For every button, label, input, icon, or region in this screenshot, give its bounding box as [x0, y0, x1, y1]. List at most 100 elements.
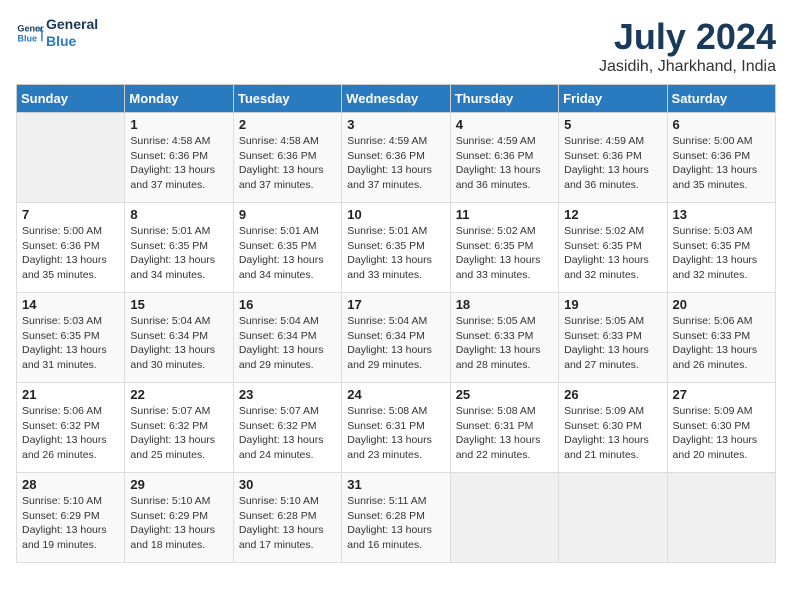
- day-info: Sunrise: 5:03 AM Sunset: 6:35 PM Dayligh…: [22, 314, 119, 373]
- day-info: Sunrise: 4:59 AM Sunset: 6:36 PM Dayligh…: [347, 134, 444, 193]
- calendar-cell: 9Sunrise: 5:01 AM Sunset: 6:35 PM Daylig…: [233, 203, 341, 293]
- calendar-cell: 7Sunrise: 5:00 AM Sunset: 6:36 PM Daylig…: [17, 203, 125, 293]
- day-number: 1: [130, 117, 227, 132]
- day-info: Sunrise: 5:10 AM Sunset: 6:29 PM Dayligh…: [22, 494, 119, 553]
- calendar-cell: 24 Sunrise: 5:08 AM Sunset: 6:31 PM Dayli…: [342, 383, 450, 473]
- title-block: July 2024 Jasidih, Jharkhand, India: [599, 16, 776, 76]
- day-number: 24: [347, 387, 444, 402]
- calendar-cell: 13Sunrise: 5:03 AM Sunset: 6:35 PM Dayli…: [667, 203, 775, 293]
- day-number: 29: [130, 477, 227, 492]
- calendar-cell: 20 Sunrise: 5:06 AM Sunset: 6:33 PM Dayli…: [667, 293, 775, 383]
- weekday-header-thursday: Thursday: [450, 85, 558, 113]
- weekday-header-sunday: Sunday: [17, 85, 125, 113]
- day-info: Sunrise: 5:00 AM Sunset: 6:36 PM Dayligh…: [22, 224, 119, 283]
- day-info: Sunrise: 5:01 AM Sunset: 6:35 PM Dayligh…: [130, 224, 227, 283]
- day-number: 23: [239, 387, 336, 402]
- day-number: 8: [130, 207, 227, 222]
- calendar-cell: 21 Sunrise: 5:06 AM Sunset: 6:32 PM Dayli…: [17, 383, 125, 473]
- day-info: Sunrise: 5:06 AM Sunset: 6:33 PM Dayligh…: [673, 314, 770, 373]
- day-number: 6: [673, 117, 770, 132]
- calendar-cell: [667, 473, 775, 563]
- day-info: Sunrise: 5:11 AM Sunset: 6:28 PM Dayligh…: [347, 494, 444, 553]
- calendar-cell: 4 Sunrise: 4:59 AM Sunset: 6:36 PM Daylig…: [450, 113, 558, 203]
- weekday-header-monday: Monday: [125, 85, 233, 113]
- day-info: Sunrise: 5:05 AM Sunset: 6:33 PM Dayligh…: [564, 314, 661, 373]
- day-info: Sunrise: 4:58 AM Sunset: 6:36 PM Dayligh…: [130, 134, 227, 193]
- calendar-table: SundayMondayTuesdayWednesdayThursdayFrid…: [16, 84, 776, 563]
- day-number: 12: [564, 207, 661, 222]
- day-number: 26: [564, 387, 661, 402]
- calendar-week-row: 1 Sunrise: 4:58 AM Sunset: 6:36 PM Daylig…: [17, 113, 776, 203]
- day-number: 19: [564, 297, 661, 312]
- day-info: Sunrise: 4:59 AM Sunset: 6:36 PM Dayligh…: [456, 134, 553, 193]
- day-info: Sunrise: 5:08 AM Sunset: 6:31 PM Dayligh…: [456, 404, 553, 463]
- day-info: Sunrise: 5:04 AM Sunset: 6:34 PM Dayligh…: [130, 314, 227, 373]
- day-info: Sunrise: 5:09 AM Sunset: 6:30 PM Dayligh…: [673, 404, 770, 463]
- day-number: 10: [347, 207, 444, 222]
- day-number: 14: [22, 297, 119, 312]
- day-info: Sunrise: 5:10 AM Sunset: 6:28 PM Dayligh…: [239, 494, 336, 553]
- calendar-cell: 11Sunrise: 5:02 AM Sunset: 6:35 PM Dayli…: [450, 203, 558, 293]
- calendar-cell: [559, 473, 667, 563]
- calendar-cell: [450, 473, 558, 563]
- calendar-cell: 6Sunrise: 5:00 AM Sunset: 6:36 PM Daylig…: [667, 113, 775, 203]
- location-subtitle: Jasidih, Jharkhand, India: [599, 58, 776, 76]
- calendar-cell: 8 Sunrise: 5:01 AM Sunset: 6:35 PM Daylig…: [125, 203, 233, 293]
- day-number: 4: [456, 117, 553, 132]
- day-info: Sunrise: 5:02 AM Sunset: 6:35 PM Dayligh…: [564, 224, 661, 283]
- calendar-cell: 22 Sunrise: 5:07 AM Sunset: 6:32 PM Dayli…: [125, 383, 233, 473]
- logo-icon: General Blue: [16, 19, 44, 47]
- day-number: 5: [564, 117, 661, 132]
- calendar-week-row: 21 Sunrise: 5:06 AM Sunset: 6:32 PM Dayli…: [17, 383, 776, 473]
- weekday-header-row: SundayMondayTuesdayWednesdayThursdayFrid…: [17, 85, 776, 113]
- day-info: Sunrise: 5:04 AM Sunset: 6:34 PM Dayligh…: [239, 314, 336, 373]
- calendar-cell: 30 Sunrise: 5:10 AM Sunset: 6:28 PM Dayli…: [233, 473, 341, 563]
- calendar-cell: 15 Sunrise: 5:04 AM Sunset: 6:34 PM Dayli…: [125, 293, 233, 383]
- calendar-cell: 12 Sunrise: 5:02 AM Sunset: 6:35 PM Dayli…: [559, 203, 667, 293]
- calendar-week-row: 14 Sunrise: 5:03 AM Sunset: 6:35 PM Dayli…: [17, 293, 776, 383]
- logo: General Blue General Blue: [16, 16, 98, 50]
- svg-text:Blue: Blue: [17, 33, 37, 43]
- day-info: Sunrise: 5:01 AM Sunset: 6:35 PM Dayligh…: [347, 224, 444, 283]
- day-number: 25: [456, 387, 553, 402]
- day-info: Sunrise: 4:59 AM Sunset: 6:36 PM Dayligh…: [564, 134, 661, 193]
- day-number: 2: [239, 117, 336, 132]
- calendar-cell: 10 Sunrise: 5:01 AM Sunset: 6:35 PM Dayli…: [342, 203, 450, 293]
- day-info: Sunrise: 5:07 AM Sunset: 6:32 PM Dayligh…: [130, 404, 227, 463]
- day-info: Sunrise: 5:05 AM Sunset: 6:33 PM Dayligh…: [456, 314, 553, 373]
- weekday-header-tuesday: Tuesday: [233, 85, 341, 113]
- day-number: 15: [130, 297, 227, 312]
- calendar-cell: 27 Sunrise: 5:09 AM Sunset: 6:30 PM Dayli…: [667, 383, 775, 473]
- calendar-cell: 23Sunrise: 5:07 AM Sunset: 6:32 PM Dayli…: [233, 383, 341, 473]
- day-number: 16: [239, 297, 336, 312]
- calendar-week-row: 7Sunrise: 5:00 AM Sunset: 6:36 PM Daylig…: [17, 203, 776, 293]
- calendar-cell: 26 Sunrise: 5:09 AM Sunset: 6:30 PM Dayli…: [559, 383, 667, 473]
- calendar-week-row: 28 Sunrise: 5:10 AM Sunset: 6:29 PM Dayli…: [17, 473, 776, 563]
- calendar-cell: 25 Sunrise: 5:08 AM Sunset: 6:31 PM Dayli…: [450, 383, 558, 473]
- day-number: 3: [347, 117, 444, 132]
- month-year-title: July 2024: [599, 16, 776, 58]
- day-number: 31: [347, 477, 444, 492]
- calendar-cell: 17Sunrise: 5:04 AM Sunset: 6:34 PM Dayli…: [342, 293, 450, 383]
- calendar-cell: 1 Sunrise: 4:58 AM Sunset: 6:36 PM Daylig…: [125, 113, 233, 203]
- day-number: 28: [22, 477, 119, 492]
- calendar-cell: 2 Sunrise: 4:58 AM Sunset: 6:36 PM Daylig…: [233, 113, 341, 203]
- day-info: Sunrise: 5:04 AM Sunset: 6:34 PM Dayligh…: [347, 314, 444, 373]
- day-info: Sunrise: 5:02 AM Sunset: 6:35 PM Dayligh…: [456, 224, 553, 283]
- calendar-cell: 18Sunrise: 5:05 AM Sunset: 6:33 PM Dayli…: [450, 293, 558, 383]
- calendar-cell: 29Sunrise: 5:10 AM Sunset: 6:29 PM Dayli…: [125, 473, 233, 563]
- day-info: Sunrise: 5:06 AM Sunset: 6:32 PM Dayligh…: [22, 404, 119, 463]
- logo-blue: Blue: [46, 33, 98, 50]
- day-info: Sunrise: 4:58 AM Sunset: 6:36 PM Dayligh…: [239, 134, 336, 193]
- day-number: 22: [130, 387, 227, 402]
- day-info: Sunrise: 5:01 AM Sunset: 6:35 PM Dayligh…: [239, 224, 336, 283]
- calendar-cell: 16 Sunrise: 5:04 AM Sunset: 6:34 PM Dayli…: [233, 293, 341, 383]
- weekday-header-friday: Friday: [559, 85, 667, 113]
- day-number: 30: [239, 477, 336, 492]
- day-info: Sunrise: 5:09 AM Sunset: 6:30 PM Dayligh…: [564, 404, 661, 463]
- day-number: 27: [673, 387, 770, 402]
- day-info: Sunrise: 5:08 AM Sunset: 6:31 PM Dayligh…: [347, 404, 444, 463]
- calendar-cell: 5 Sunrise: 4:59 AM Sunset: 6:36 PM Daylig…: [559, 113, 667, 203]
- day-number: 21: [22, 387, 119, 402]
- day-number: 20: [673, 297, 770, 312]
